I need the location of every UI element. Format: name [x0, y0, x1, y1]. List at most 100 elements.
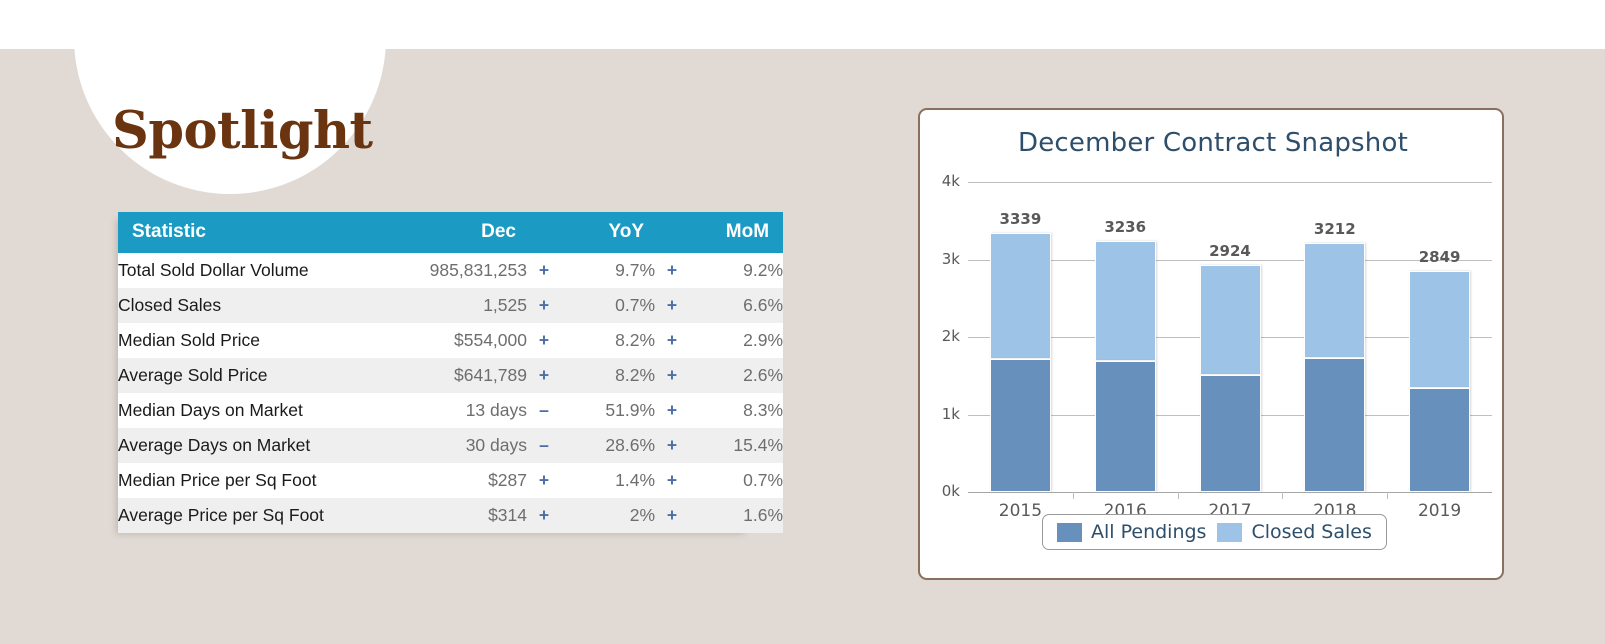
bar-total-label: 3212 — [1313, 220, 1356, 239]
y-axis-tick-label: 3k — [941, 249, 960, 268]
x-axis-tick-mark — [1282, 492, 1284, 499]
cell-mom-sign: + — [655, 428, 690, 463]
cell-yoy-value: 28.6% — [561, 428, 656, 463]
cell-dec-value: 1,525 — [390, 288, 527, 323]
chart-x-axis-line — [968, 492, 1492, 493]
chart-bar-group[interactable]: 3339 — [989, 110, 1051, 492]
bar-segment-all-pendings[interactable] — [989, 359, 1051, 492]
column-header-mom: MoM — [655, 212, 784, 253]
cell-yoy-sign: + — [527, 323, 561, 358]
table-row: Total Sold Dollar Volume 985,831,253 +9.7%… — [118, 253, 784, 288]
bar-total-label: 2849 — [1418, 248, 1461, 267]
cell-statistic-label: Closed Sales — [118, 288, 390, 323]
cell-mom-sign: + — [655, 253, 690, 288]
cell-statistic-label: Median Sold Price — [118, 323, 390, 358]
bar-segment-all-pendings[interactable] — [1409, 387, 1471, 492]
cell-yoy-value: 51.9% — [561, 393, 656, 428]
cell-yoy-value: 8.2% — [561, 358, 656, 393]
table-row: Median Sold Price $554,000 +8.2% +2.9% — [118, 323, 784, 358]
cell-yoy-sign: + — [527, 463, 561, 498]
x-axis-tick-label: 2019 — [1417, 501, 1462, 521]
table-header-row: Statistic Dec YoY MoM — [118, 212, 784, 253]
cell-statistic-label: Average Price per Sq Foot — [118, 498, 390, 533]
bar-segment-closed-sales[interactable] — [1094, 241, 1156, 362]
cell-dec-value: 985,831,253 — [390, 253, 527, 288]
cell-yoy-value: 1.4% — [561, 463, 656, 498]
y-axis-tick-label: 4k — [941, 172, 960, 190]
y-axis-tick-label: 0k — [941, 482, 960, 500]
cell-mom-sign: + — [655, 498, 690, 533]
chart-bar-group[interactable]: 3212 — [1304, 110, 1366, 492]
table-row: Average Sold Price $641,789 +8.2% +2.6% — [118, 358, 784, 393]
column-header-yoy: YoY — [527, 212, 656, 253]
cell-mom-sign: + — [655, 463, 690, 498]
bar-total-label: 2924 — [1209, 242, 1251, 261]
cell-yoy-sign: – — [527, 428, 561, 463]
cell-dec-value: $641,789 — [390, 358, 527, 393]
bar-segment-all-pendings[interactable] — [1199, 374, 1261, 492]
x-axis-tick-mark — [1387, 492, 1389, 499]
chart-plot-area: 0k 1k 2k 3k 4k 3339 3236 2924 3212 2849 2015 2016… — [920, 110, 1506, 582]
chart-legend: All Pendings Closed Sales — [1042, 514, 1387, 550]
cell-mom-value: 1.6% — [689, 498, 784, 533]
chart-bar-group[interactable]: 3236 — [1094, 110, 1156, 492]
column-header-dec: Dec — [390, 212, 527, 253]
cell-dec-value: 30 days — [390, 428, 527, 463]
x-axis-tick-mark — [1072, 492, 1074, 499]
cell-dec-value: 13 days — [390, 393, 527, 428]
cell-dec-value: $554,000 — [390, 323, 527, 358]
cell-yoy-sign: + — [527, 358, 561, 393]
bar-segment-closed-sales[interactable] — [1409, 271, 1471, 388]
cell-yoy-value: 0.7% — [561, 288, 656, 323]
cell-statistic-label: Average Sold Price — [118, 358, 390, 393]
cell-mom-sign: + — [655, 358, 690, 393]
statistics-table: Statistic Dec YoY MoM Total Sold Dollar … — [118, 212, 784, 533]
chart-panel: December Contract Snapshot 0k 1k 2k 3k 4k 33… — [918, 108, 1504, 580]
bar-total-label: 3339 — [999, 210, 1042, 229]
cell-yoy-value: 8.2% — [561, 323, 656, 358]
cell-mom-sign: + — [655, 323, 690, 358]
cell-mom-value: 2.6% — [689, 358, 784, 393]
cell-mom-value: 9.2% — [689, 253, 784, 288]
cell-mom-value: 6.6% — [689, 288, 784, 323]
cell-mom-sign: + — [655, 393, 690, 428]
table-row: Median Days on Market 13 days –51.9% +8.3% — [118, 393, 784, 428]
bar-segment-all-pendings[interactable] — [1304, 358, 1366, 492]
cell-yoy-sign: + — [527, 498, 561, 533]
cell-mom-value: 0.7% — [689, 463, 784, 498]
cell-yoy-value: 9.7% — [561, 253, 656, 288]
y-axis-tick-label: 1k — [941, 404, 960, 423]
table-row: Closed Sales 1,525 +0.7% +6.6% — [118, 288, 784, 323]
legend-item[interactable]: Closed Sales — [1217, 521, 1372, 543]
cell-mom-value: 2.9% — [689, 323, 784, 358]
cell-statistic-label: Average Days on Market — [118, 428, 390, 463]
bar-total-label: 3236 — [1104, 218, 1147, 237]
chart-bar-group[interactable]: 2849 — [1409, 110, 1471, 492]
cell-dec-value: $287 — [390, 463, 527, 498]
table-row: Median Price per Sq Foot $287 +1.4% +0.7% — [118, 463, 784, 498]
cell-yoy-sign: + — [527, 253, 561, 288]
column-header-statistic: Statistic — [118, 212, 390, 253]
cell-dec-value: $314 — [390, 498, 527, 533]
x-axis-tick-mark — [1177, 492, 1179, 499]
cell-yoy-value: 2% — [561, 498, 656, 533]
bar-segment-closed-sales[interactable] — [1199, 265, 1261, 375]
table-row: Average Days on Market 30 days –28.6% +15.4… — [118, 428, 784, 463]
bar-segment-closed-sales[interactable] — [1304, 243, 1366, 358]
cell-statistic-label: Median Price per Sq Foot — [118, 463, 390, 498]
legend-label: All Pendings — [1091, 521, 1207, 543]
chart-bar-group[interactable]: 2924 — [1199, 110, 1261, 492]
legend-swatch-icon — [1057, 522, 1082, 542]
y-axis-tick-label: 2k — [941, 327, 960, 345]
legend-swatch-icon — [1217, 522, 1243, 542]
cell-yoy-sign: – — [527, 393, 561, 428]
cell-statistic-label: Median Days on Market — [118, 393, 390, 428]
legend-item[interactable]: All Pendings — [1057, 521, 1206, 543]
bar-segment-all-pendings[interactable] — [1094, 361, 1156, 492]
cell-mom-sign: + — [655, 288, 690, 323]
cell-statistic-label: Total Sold Dollar Volume — [118, 253, 390, 288]
bar-segment-closed-sales[interactable] — [989, 233, 1051, 359]
cell-yoy-sign: + — [527, 288, 561, 323]
cell-mom-value: 15.4% — [689, 428, 784, 463]
legend-label: Closed Sales — [1251, 521, 1372, 543]
